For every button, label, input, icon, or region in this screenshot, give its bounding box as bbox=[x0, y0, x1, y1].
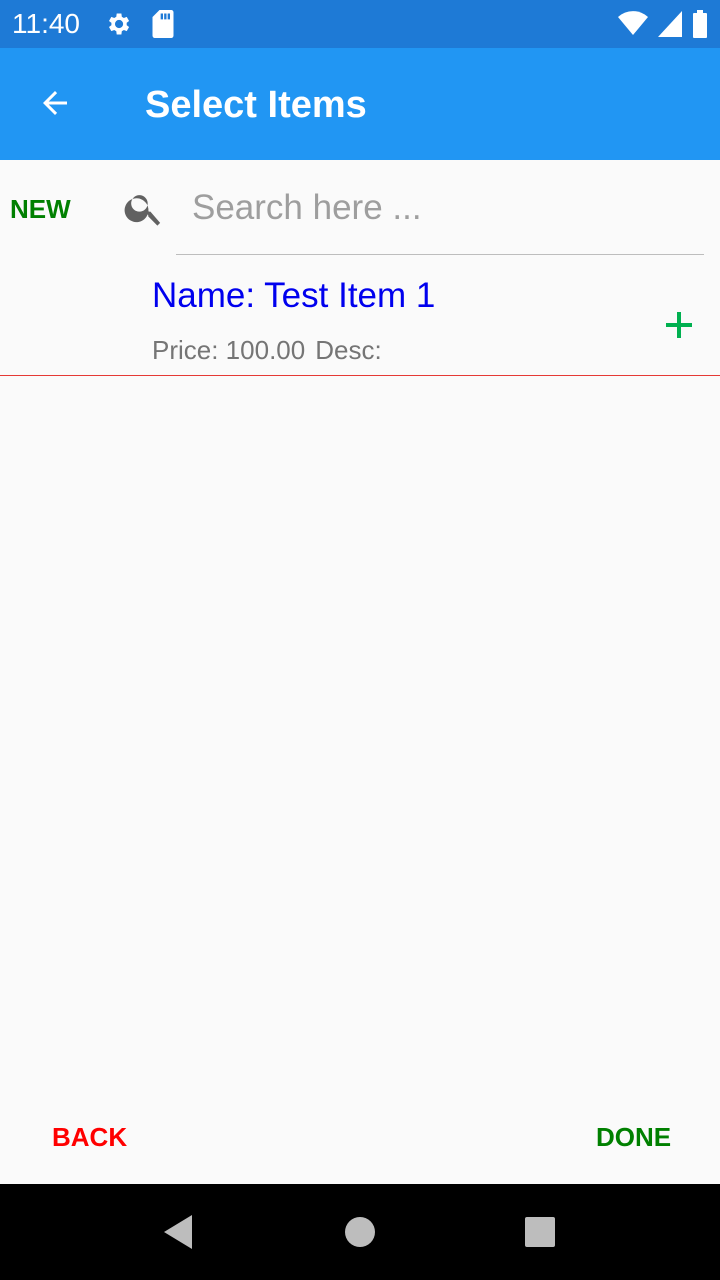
status-bar: 11:40 bbox=[0, 0, 720, 48]
wifi-icon bbox=[618, 11, 648, 42]
search-icon bbox=[122, 186, 166, 230]
status-time: 11:40 bbox=[12, 8, 80, 39]
nav-home-icon[interactable] bbox=[340, 1212, 380, 1252]
nav-back-icon[interactable] bbox=[158, 1212, 198, 1252]
system-nav-bar bbox=[0, 1184, 720, 1280]
page-title: Select Items bbox=[145, 84, 367, 126]
item-desc: Desc: bbox=[315, 335, 382, 365]
back-button[interactable]: BACK bbox=[52, 1120, 127, 1154]
search-underline bbox=[176, 254, 704, 255]
new-button[interactable]: NEW bbox=[10, 192, 71, 226]
item-price: Price: 100.00 bbox=[152, 335, 306, 365]
sd-card-icon bbox=[152, 10, 174, 43]
battery-icon bbox=[692, 10, 708, 43]
app-bar: Select Items bbox=[0, 48, 720, 160]
nav-recents-icon[interactable] bbox=[520, 1212, 560, 1252]
list-item[interactable]: Name: Test Item 1 Price: 100.00 Desc: bbox=[0, 262, 720, 375]
signal-icon bbox=[658, 11, 682, 42]
arrow-left-icon[interactable] bbox=[30, 78, 80, 128]
plus-icon[interactable] bbox=[658, 304, 700, 346]
gear-icon bbox=[104, 10, 132, 43]
item-meta: Price: 100.00 Desc: bbox=[152, 335, 392, 365]
search-input[interactable] bbox=[176, 180, 704, 236]
item-name: Name: Test Item 1 bbox=[152, 276, 436, 315]
done-button[interactable]: DONE bbox=[596, 1120, 671, 1154]
item-divider bbox=[0, 375, 720, 376]
